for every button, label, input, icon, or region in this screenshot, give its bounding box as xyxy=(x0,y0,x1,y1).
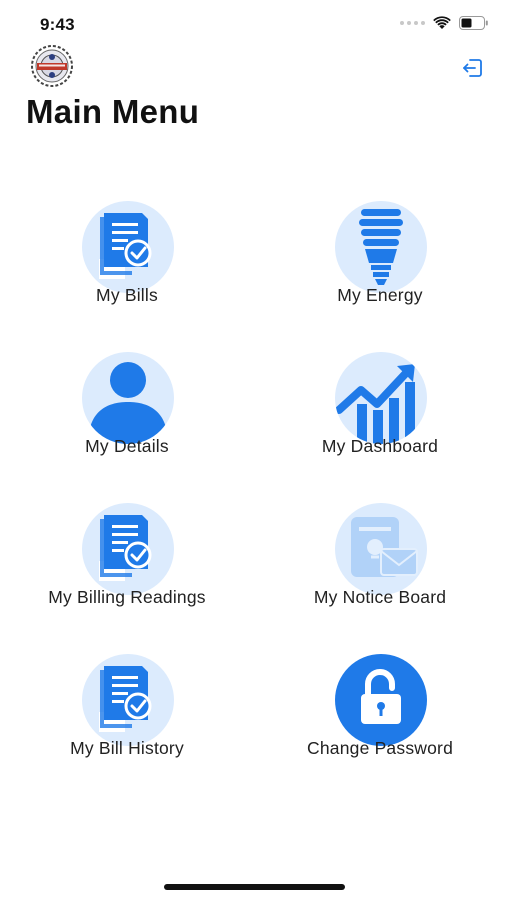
cellular-signal-icon xyxy=(400,21,425,25)
page-title: Main Menu xyxy=(26,93,200,130)
menu-item-my-notice-board[interactable]: My Notice Board xyxy=(260,503,500,623)
battery-icon xyxy=(459,16,488,30)
user-icon xyxy=(82,352,174,444)
logout-icon xyxy=(463,59,482,77)
menu-item-my-energy[interactable]: My Energy xyxy=(260,201,500,321)
bill-document-icon xyxy=(82,201,174,293)
menu-item-my-bills[interactable]: My Bills xyxy=(7,201,247,321)
menu-item-my-dashboard[interactable]: My Dashboard xyxy=(260,352,500,472)
bill-document-icon xyxy=(82,654,174,746)
logout-button[interactable] xyxy=(461,56,485,80)
wifi-icon xyxy=(433,16,451,29)
unlock-icon xyxy=(335,654,427,746)
status-time: 9:43 xyxy=(40,15,75,34)
menu-item-my-bill-history[interactable]: My Bill History xyxy=(7,654,247,774)
menu-item-label: My Details xyxy=(85,436,169,456)
bill-document-icon xyxy=(82,503,174,595)
menu-item-change-password[interactable]: Change Password xyxy=(260,654,500,774)
menu-item-label: My Dashboard xyxy=(321,436,439,456)
status-indicators xyxy=(400,16,489,30)
app-logo xyxy=(25,44,79,88)
home-indicator[interactable] xyxy=(164,884,345,890)
menu-item-label: My Energy xyxy=(337,285,423,305)
menu-item-label: Change Password xyxy=(307,738,453,758)
status-bar: 9:43 xyxy=(0,0,507,46)
notice-board-icon xyxy=(335,503,427,595)
chart-trend-icon xyxy=(335,352,427,444)
menu-item-my-details[interactable]: My Details xyxy=(7,352,247,472)
menu-item-label: My Bill History xyxy=(70,738,184,758)
menu-item-label: My Billing Readings xyxy=(48,587,206,607)
menu-item-label: My Notice Board xyxy=(313,587,447,607)
menu-item-my-billing-readings[interactable]: My Billing Readings xyxy=(7,503,247,623)
menu-item-label: My Bills xyxy=(96,285,158,305)
energy-bulb-icon xyxy=(335,201,427,293)
